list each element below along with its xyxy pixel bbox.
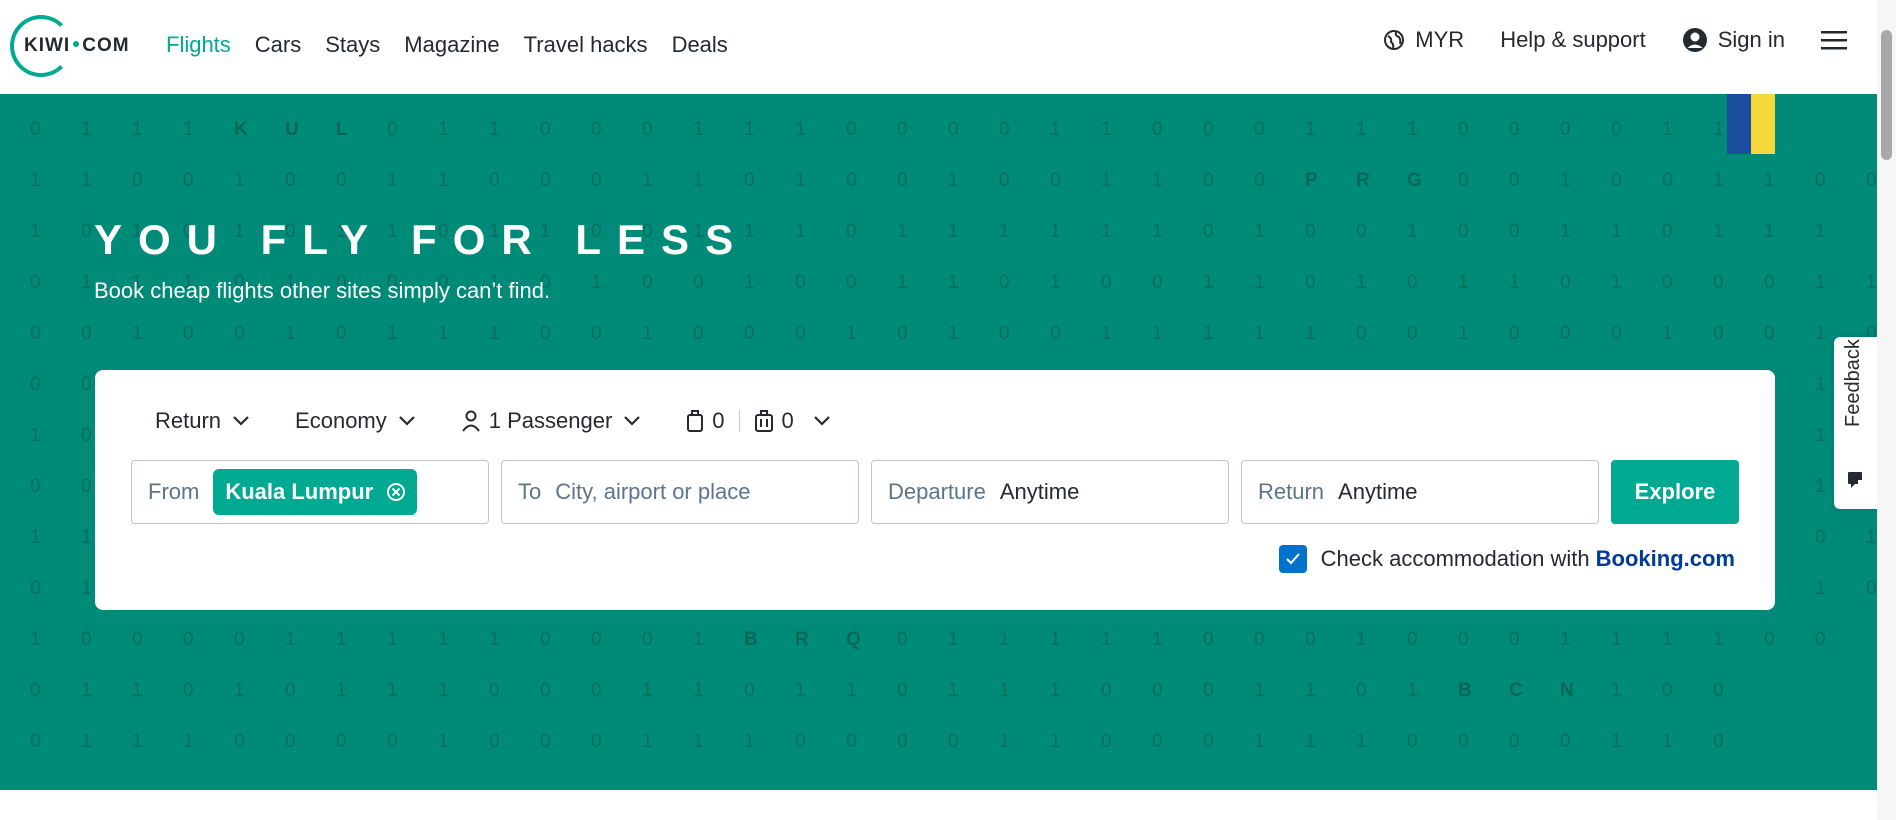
header-right: MYR Help & support Sign in <box>1347 27 1857 53</box>
from-label: From <box>148 479 200 504</box>
nav-flights[interactable]: Flights <box>166 32 231 58</box>
feedback-label: Feedback <box>1842 339 1864 427</box>
accommodation-option: Check accommodation with Booking.com <box>1278 545 1735 573</box>
digit-row: 10000111110001BRQ0111110001000111100 <box>30 628 1826 650</box>
kiwi-logo[interactable]: KIWI COM <box>10 15 132 77</box>
digit-row: 1100100110001101001001100PRG001001100 <box>30 169 1877 191</box>
booking-com-link[interactable]: Booking.com <box>1596 546 1735 572</box>
checkmark-icon <box>1285 553 1300 565</box>
feedback-icon <box>1848 472 1863 488</box>
to-field[interactable]: To City, airport or place <box>501 460 859 524</box>
from-chip: Kuala Lumpur <box>213 469 418 515</box>
currency-label: MYR <box>1415 27 1465 52</box>
hero-subtitle: Book cheap flights other sites simply ca… <box>94 278 551 303</box>
hero-title: YOU FLY FOR LESS <box>94 216 750 263</box>
sign-in-button[interactable]: Sign in <box>1682 27 1785 53</box>
to-label: To <box>518 479 542 504</box>
close-icon[interactable] <box>387 483 406 501</box>
globe-icon <box>1384 30 1405 50</box>
nav-magazine[interactable]: Magazine <box>404 32 499 58</box>
from-chip-label: Kuala Lumpur <box>225 479 374 504</box>
cabin-bags-count: 0 <box>712 408 725 433</box>
menu-button[interactable] <box>1821 30 1857 50</box>
feedback-tab[interactable]: Feedback <box>1834 337 1877 509</box>
nav-deals[interactable]: Deals <box>672 32 728 58</box>
return-value: Anytime <box>1338 479 1418 504</box>
cabin-class-value: Economy <box>295 408 387 433</box>
checked-bags-select[interactable]: 0 <box>754 408 838 434</box>
chevron-down-icon <box>233 416 249 426</box>
digit-row: 0010010111001000101001111100100010010ZAG… <box>30 322 1877 344</box>
search-options: Return Economy 1 Passenger 0 0 <box>155 408 852 434</box>
checked-bags-count: 0 <box>781 408 794 433</box>
return-label: Return <box>1258 479 1325 504</box>
to-placeholder: City, airport or place <box>555 479 751 504</box>
nav-stays[interactable]: Stays <box>325 32 380 58</box>
accommodation-checkbox[interactable] <box>1278 545 1307 573</box>
cabin-bag-icon <box>687 410 704 432</box>
main-nav: Flights Cars Stays Magazine Travel hacks… <box>166 32 752 58</box>
passengers-select[interactable]: 1 Passenger <box>461 408 641 434</box>
departure-field[interactable]: Departure Anytime <box>871 460 1229 524</box>
currency-selector[interactable]: MYR <box>1383 27 1464 53</box>
person-icon <box>461 410 480 432</box>
cabin-bags-select[interactable]: 0 <box>686 408 725 434</box>
hamburger-icon <box>1821 31 1847 50</box>
user-icon <box>1682 28 1707 52</box>
accommodation-text: Check accommodation with <box>1320 546 1590 571</box>
digit-row: 0111KUL0110001110000110001110000110 <box>30 118 1775 140</box>
explore-button[interactable]: Explore <box>1611 460 1739 524</box>
help-link[interactable]: Help & support <box>1500 27 1646 53</box>
help-label: Help & support <box>1500 27 1646 52</box>
trip-type-value: Return <box>155 408 222 433</box>
chevron-down-icon <box>624 416 641 426</box>
departure-label: Departure <box>888 479 986 504</box>
page-scrollbar[interactable] <box>1877 0 1896 820</box>
nav-travel-hacks[interactable]: Travel hacks <box>524 32 648 58</box>
departure-value: Anytime <box>999 479 1080 504</box>
site-header: KIWI COM Flights Cars Stays Magazine Trav… <box>0 0 1877 94</box>
checked-bag-icon <box>754 410 773 432</box>
sign-in-label: Sign in <box>1717 27 1785 52</box>
bags-divider <box>738 410 740 432</box>
hero-section: 0111KUL0110001110000110001110000110 11001… <box>0 94 1877 790</box>
passengers-value: 1 Passenger <box>488 408 613 433</box>
digit-row: 0111000010001110000110001110000110 <box>30 730 1724 752</box>
return-field[interactable]: Return Anytime <box>1241 460 1599 524</box>
chevron-down-icon <box>398 416 415 426</box>
from-field[interactable]: From Kuala Lumpur <box>131 460 489 524</box>
scrollbar-thumb[interactable] <box>1881 30 1892 160</box>
logo-text: KIWI COM <box>24 35 130 56</box>
ukraine-ribbon <box>1727 94 1775 154</box>
chevron-down-icon <box>814 416 830 426</box>
nav-cars[interactable]: Cars <box>255 32 301 58</box>
search-card: Return Economy 1 Passenger 0 0 From Kual… <box>95 370 1775 610</box>
digit-row: 0110101110001101101110001101BCN100 <box>30 679 1724 701</box>
cabin-class-select[interactable]: Economy <box>295 408 415 434</box>
trip-type-select[interactable]: Return <box>155 408 249 434</box>
